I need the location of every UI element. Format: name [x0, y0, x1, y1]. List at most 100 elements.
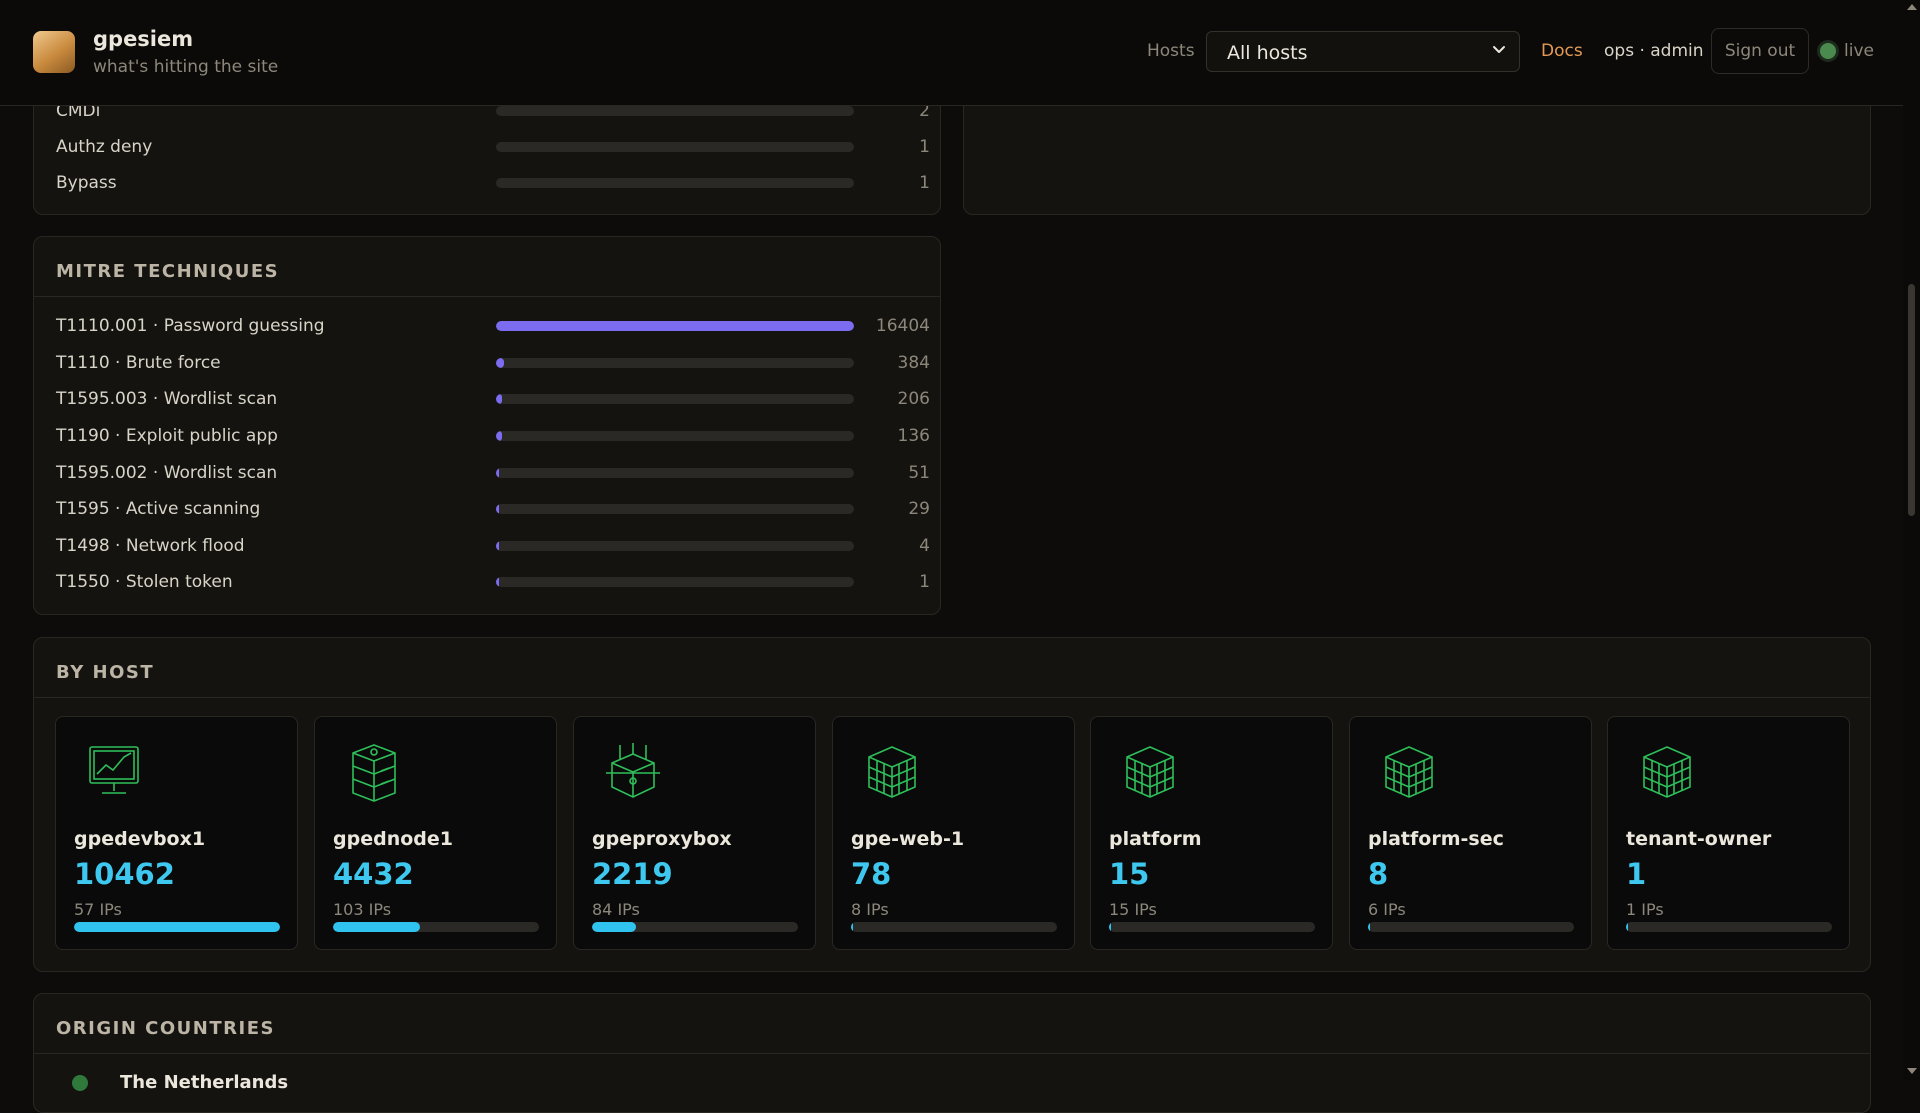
- mitre-row: T1595 · Active scanning 29: [56, 499, 930, 519]
- mitre-row: T1110 · Brute force 384: [56, 353, 930, 373]
- mitre-row: T1595.002 · Wordlist scan 51: [56, 463, 930, 483]
- scroll-up-arrow[interactable]: [1907, 4, 1917, 10]
- host-bar-fill: [851, 922, 853, 932]
- host-bar-fill: [74, 922, 280, 932]
- host-ip-count: 6 IPs: [1368, 900, 1406, 919]
- row-label: T1190 · Exploit public app: [56, 426, 278, 446]
- server-cube-icon: [1378, 741, 1440, 803]
- host-card[interactable]: gpedevbox1 10462 57 IPs: [55, 716, 298, 950]
- row-count: 29: [908, 499, 930, 519]
- live-label: live: [1844, 41, 1874, 61]
- host-select-value: All hosts: [1227, 42, 1308, 64]
- app-title: gpesiem: [93, 27, 194, 51]
- host-event-count: 15: [1109, 857, 1150, 891]
- categories_panel-row: Bypass 1: [56, 173, 930, 193]
- row-bar-track: [496, 358, 854, 368]
- host-bar-track: [74, 922, 280, 932]
- sign-out-button[interactable]: Sign out: [1711, 28, 1809, 74]
- monitor-icon: [84, 741, 146, 803]
- mitre-row: T1498 · Network flood 4: [56, 536, 930, 556]
- host-bar-fill: [592, 922, 636, 932]
- server-cube-icon: [1119, 741, 1181, 803]
- proxy-cube-icon: [602, 741, 664, 803]
- host-name: gpe-web-1: [851, 828, 965, 850]
- row-bar-track: [496, 504, 854, 514]
- panel-header: MITRE TECHNIQUES: [34, 237, 940, 297]
- host-bar-track: [1626, 922, 1832, 932]
- host-bar-track: [333, 922, 539, 932]
- row-label: T1110.001 · Password guessing: [56, 316, 325, 336]
- host-card[interactable]: gpe-web-1 78 8 IPs: [832, 716, 1075, 950]
- app-subtitle: what's hitting the site: [93, 57, 279, 77]
- host-card[interactable]: tenant-owner 1 1 IPs: [1607, 716, 1850, 950]
- country-row-label: The Netherlands: [120, 1072, 289, 1093]
- row-count: 16404: [875, 316, 930, 336]
- host-card[interactable]: gpednode1 4432 103 IPs: [314, 716, 557, 950]
- host-event-count: 2219: [592, 857, 673, 891]
- row-bar-track: [496, 142, 854, 152]
- host-ip-count: 1 IPs: [1626, 900, 1664, 919]
- host-ip-count: 84 IPs: [592, 900, 640, 919]
- row-label: T1595 · Active scanning: [56, 499, 261, 519]
- row-count: 1: [919, 572, 930, 592]
- host-name: gpedevbox1: [74, 828, 206, 850]
- host-event-count: 8: [1368, 857, 1389, 891]
- server-stack-icon: [343, 741, 405, 803]
- row-bar-fill: [496, 431, 502, 441]
- app-logo[interactable]: [33, 31, 75, 73]
- user-label: ops · admin: [1604, 41, 1704, 61]
- host-bar-track: [851, 922, 1057, 932]
- host-name: platform: [1109, 828, 1202, 850]
- row-bar-fill: [496, 577, 499, 587]
- host-bar-track: [1109, 922, 1315, 932]
- mitre-row: T1110.001 · Password guessing 16404: [56, 316, 930, 336]
- host-event-count: 4432: [333, 857, 414, 891]
- live-status-icon: [1820, 43, 1836, 59]
- row-count: 4: [919, 536, 930, 556]
- row-count: 1: [919, 137, 930, 157]
- top-bar: gpesiem what's hitting the site Hosts Al…: [0, 0, 1903, 106]
- row-label: Bypass: [56, 173, 117, 193]
- row-count: 206: [897, 389, 930, 409]
- host-name: gpeproxybox: [592, 828, 732, 850]
- host-card[interactable]: platform 15 15 IPs: [1090, 716, 1333, 950]
- row-bar-track: [496, 468, 854, 478]
- docs-link[interactable]: Docs: [1541, 41, 1583, 61]
- panel-title: ORIGIN COUNTRIES: [56, 1018, 275, 1039]
- row-bar-track: [496, 541, 854, 551]
- host-name: tenant-owner: [1626, 828, 1772, 850]
- chevron-down-icon: [1493, 46, 1505, 53]
- row-label: T1595.002 · Wordlist scan: [56, 463, 278, 483]
- mitre-row: T1550 · Stolen token 1: [56, 572, 930, 592]
- host-card[interactable]: gpeproxybox 2219 84 IPs: [573, 716, 816, 950]
- row-label: Authz deny: [56, 137, 153, 157]
- row-bar-fill: [496, 541, 499, 551]
- host-select[interactable]: All hosts: [1206, 31, 1520, 72]
- row-count: 136: [897, 426, 930, 446]
- scroll-down-arrow[interactable]: [1907, 1068, 1917, 1074]
- panel-header: ORIGIN COUNTRIES: [34, 994, 1870, 1054]
- row-bar-track: [496, 321, 854, 331]
- host-card[interactable]: platform-sec 8 6 IPs: [1349, 716, 1592, 950]
- page-scrollbar[interactable]: [1903, 0, 1920, 1080]
- row-count: 1: [919, 173, 930, 193]
- row-bar-track: [496, 178, 854, 188]
- row-bar-fill: [496, 358, 505, 368]
- host-bar-track: [1368, 922, 1574, 932]
- host-ip-count: 57 IPs: [74, 900, 122, 919]
- row-bar-fill: [496, 321, 854, 331]
- mitre-techniques-panel: MITRE TECHNIQUES T1110.001 · Password gu…: [33, 236, 941, 615]
- host-event-count: 78: [851, 857, 892, 891]
- host-name: platform-sec: [1368, 828, 1504, 850]
- hosts-label: Hosts: [1147, 41, 1195, 61]
- row-label: T1595.003 · Wordlist scan: [56, 389, 278, 409]
- panel-header: BY HOST: [34, 638, 1870, 698]
- panel-title: BY HOST: [56, 662, 155, 683]
- row-bar-track: [496, 106, 854, 116]
- scroll-thumb[interactable]: [1908, 284, 1915, 516]
- row-label: T1110 · Brute force: [56, 353, 221, 373]
- host-bar-track: [592, 922, 798, 932]
- row-bar-fill: [496, 504, 499, 514]
- row-label: T1550 · Stolen token: [56, 572, 233, 592]
- row-label: T1498 · Network flood: [56, 536, 245, 556]
